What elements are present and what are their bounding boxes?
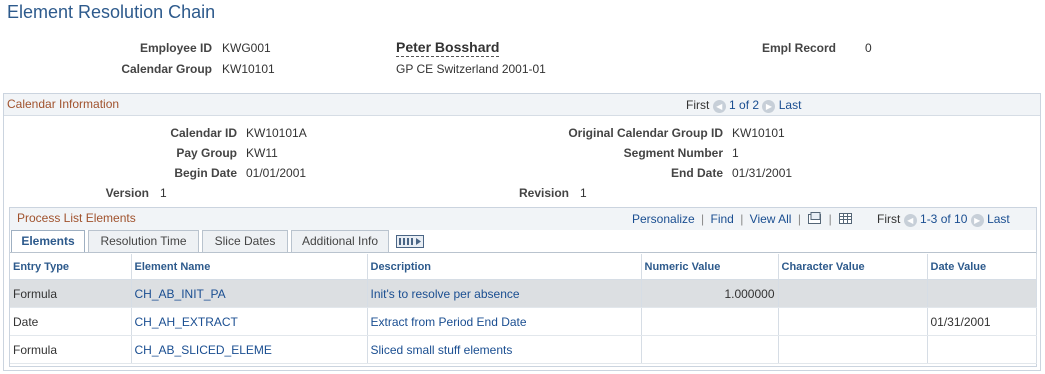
cell-character-value <box>778 335 928 364</box>
toolbar-separator: | <box>797 212 801 227</box>
view-all-link[interactable]: View All <box>750 212 792 226</box>
cell-description[interactable]: Init's to resolve per absence <box>367 279 642 308</box>
tab-elements[interactable]: Elements <box>11 230 85 253</box>
cell-description[interactable]: Extract from Period End Date <box>367 307 642 336</box>
calendar-nav-first: First <box>686 98 710 112</box>
cell-entry-type: Date <box>10 307 132 336</box>
grid-header-row: Entry Type Element Name Description Nume… <box>10 254 1037 280</box>
table-row[interactable]: Formula CH_AB_INIT_PA Init's to resolve … <box>10 279 1037 308</box>
toolbar-separator: | <box>701 212 705 227</box>
employee-name[interactable]: Peter Bosshard <box>396 39 500 57</box>
cell-character-value <box>778 307 928 336</box>
calendar-nav-position[interactable]: 1 of 2 <box>729 98 759 112</box>
cell-entry-type: Formula <box>10 279 132 308</box>
show-all-columns-icon[interactable] <box>396 235 424 251</box>
cell-numeric-value <box>641 335 779 364</box>
tab-slice-dates[interactable]: Slice Dates <box>202 230 288 252</box>
personalize-link[interactable]: Personalize <box>632 212 695 226</box>
begin-date-label: Begin Date <box>174 166 237 180</box>
calendar-id-value: KW10101A <box>246 126 307 140</box>
empl-record-value: 0 <box>865 41 872 55</box>
cell-numeric-value <box>641 307 779 336</box>
tab-additional-info[interactable]: Additional Info <box>291 230 389 252</box>
pay-group-label: Pay Group <box>176 146 237 160</box>
employee-id-value: KWG001 <box>222 41 271 55</box>
zoom-grid-icon[interactable] <box>807 212 822 228</box>
grid-nav: First ◀ 1-3 of 10 ▶ Last <box>877 212 1010 227</box>
column-header-numeric-value[interactable]: Numeric Value <box>641 254 779 280</box>
column-header-entry-type[interactable]: Entry Type <box>10 254 132 280</box>
process-list-title: Process List Elements <box>17 211 136 225</box>
cell-element-name[interactable]: CH_AH_EXTRACT <box>131 307 368 336</box>
end-date-label: End Date <box>670 166 723 180</box>
column-header-date-value[interactable]: Date Value <box>927 254 1037 280</box>
cell-entry-type: Formula <box>10 335 132 364</box>
employee-id-label: Employee ID <box>139 41 212 55</box>
calendar-nav: First ◀ 1 of 2 ▶ Last <box>686 98 801 113</box>
toolbar-separator: | <box>740 212 744 227</box>
toolbar-separator: | <box>828 212 832 227</box>
triangle-right-icon[interactable]: ▶ <box>970 214 984 227</box>
tab-resolution-time[interactable]: Resolution Time <box>88 230 199 252</box>
grid-nav-first: First <box>877 212 901 226</box>
tab-divider <box>10 252 1036 253</box>
column-header-element-name[interactable]: Element Name <box>131 254 368 280</box>
empl-record-label: Empl Record <box>761 41 836 55</box>
original-calendar-group-label: Original Calendar Group ID <box>568 126 723 140</box>
triangle-right-icon[interactable]: ▶ <box>762 100 776 113</box>
table-row[interactable]: Formula CH_AB_SLICED_ELEME Sliced small … <box>10 335 1037 364</box>
original-calendar-group-value: KW10101 <box>732 126 785 140</box>
calendar-information-title: Calendar Information <box>7 97 120 111</box>
cell-element-name[interactable]: CH_AB_SLICED_ELEME <box>131 335 368 364</box>
download-grid-icon[interactable] <box>838 212 853 228</box>
grid-nav-last[interactable]: Last <box>987 212 1010 226</box>
revision-value: 1 <box>580 186 587 200</box>
column-header-character-value[interactable]: Character Value <box>778 254 928 280</box>
grid-nav-position: 1-3 of 10 <box>920 212 968 226</box>
cell-date-value <box>927 279 1037 308</box>
calendar-group-label: Calendar Group <box>121 62 212 76</box>
triangle-left-icon[interactable]: ◀ <box>712 100 726 113</box>
calendar-group-description: GP CE Switzerland 2001-01 <box>396 62 546 76</box>
cell-character-value <box>778 279 928 308</box>
table-row[interactable]: Date CH_AH_EXTRACT Extract from Period E… <box>10 307 1037 336</box>
calendar-information-header <box>4 94 1040 116</box>
pay-group-value: KW11 <box>246 146 278 160</box>
calendar-id-label: Calendar ID <box>170 126 237 140</box>
page-title: Element Resolution Chain <box>7 2 216 22</box>
revision-label: Revision <box>518 186 569 200</box>
segment-number-label: Segment Number <box>623 146 723 160</box>
calendar-group-value: KW10101 <box>222 62 275 76</box>
segment-number-value: 1 <box>732 146 739 160</box>
end-date-value: 01/31/2001 <box>732 166 793 180</box>
cell-date-value: 01/31/2001 <box>927 307 1037 336</box>
find-link[interactable]: Find <box>711 212 734 226</box>
cell-date-value <box>927 335 1037 364</box>
column-header-description[interactable]: Description <box>367 254 642 280</box>
triangle-left-icon[interactable]: ◀ <box>903 214 917 227</box>
version-label: Version <box>105 186 149 200</box>
version-value: 1 <box>160 186 167 200</box>
cell-numeric-value: 1.000000 <box>641 279 779 308</box>
cell-element-name[interactable]: CH_AB_INIT_PA <box>131 279 368 308</box>
calendar-nav-last[interactable]: Last <box>779 98 802 112</box>
grid-toolbar: Personalize | Find | View All | | <box>632 212 853 228</box>
process-list-grid: Entry Type Element Name Description Nume… <box>10 254 1037 364</box>
begin-date-value: 01/01/2001 <box>246 166 307 180</box>
cell-description[interactable]: Sliced small stuff elements <box>367 335 642 364</box>
